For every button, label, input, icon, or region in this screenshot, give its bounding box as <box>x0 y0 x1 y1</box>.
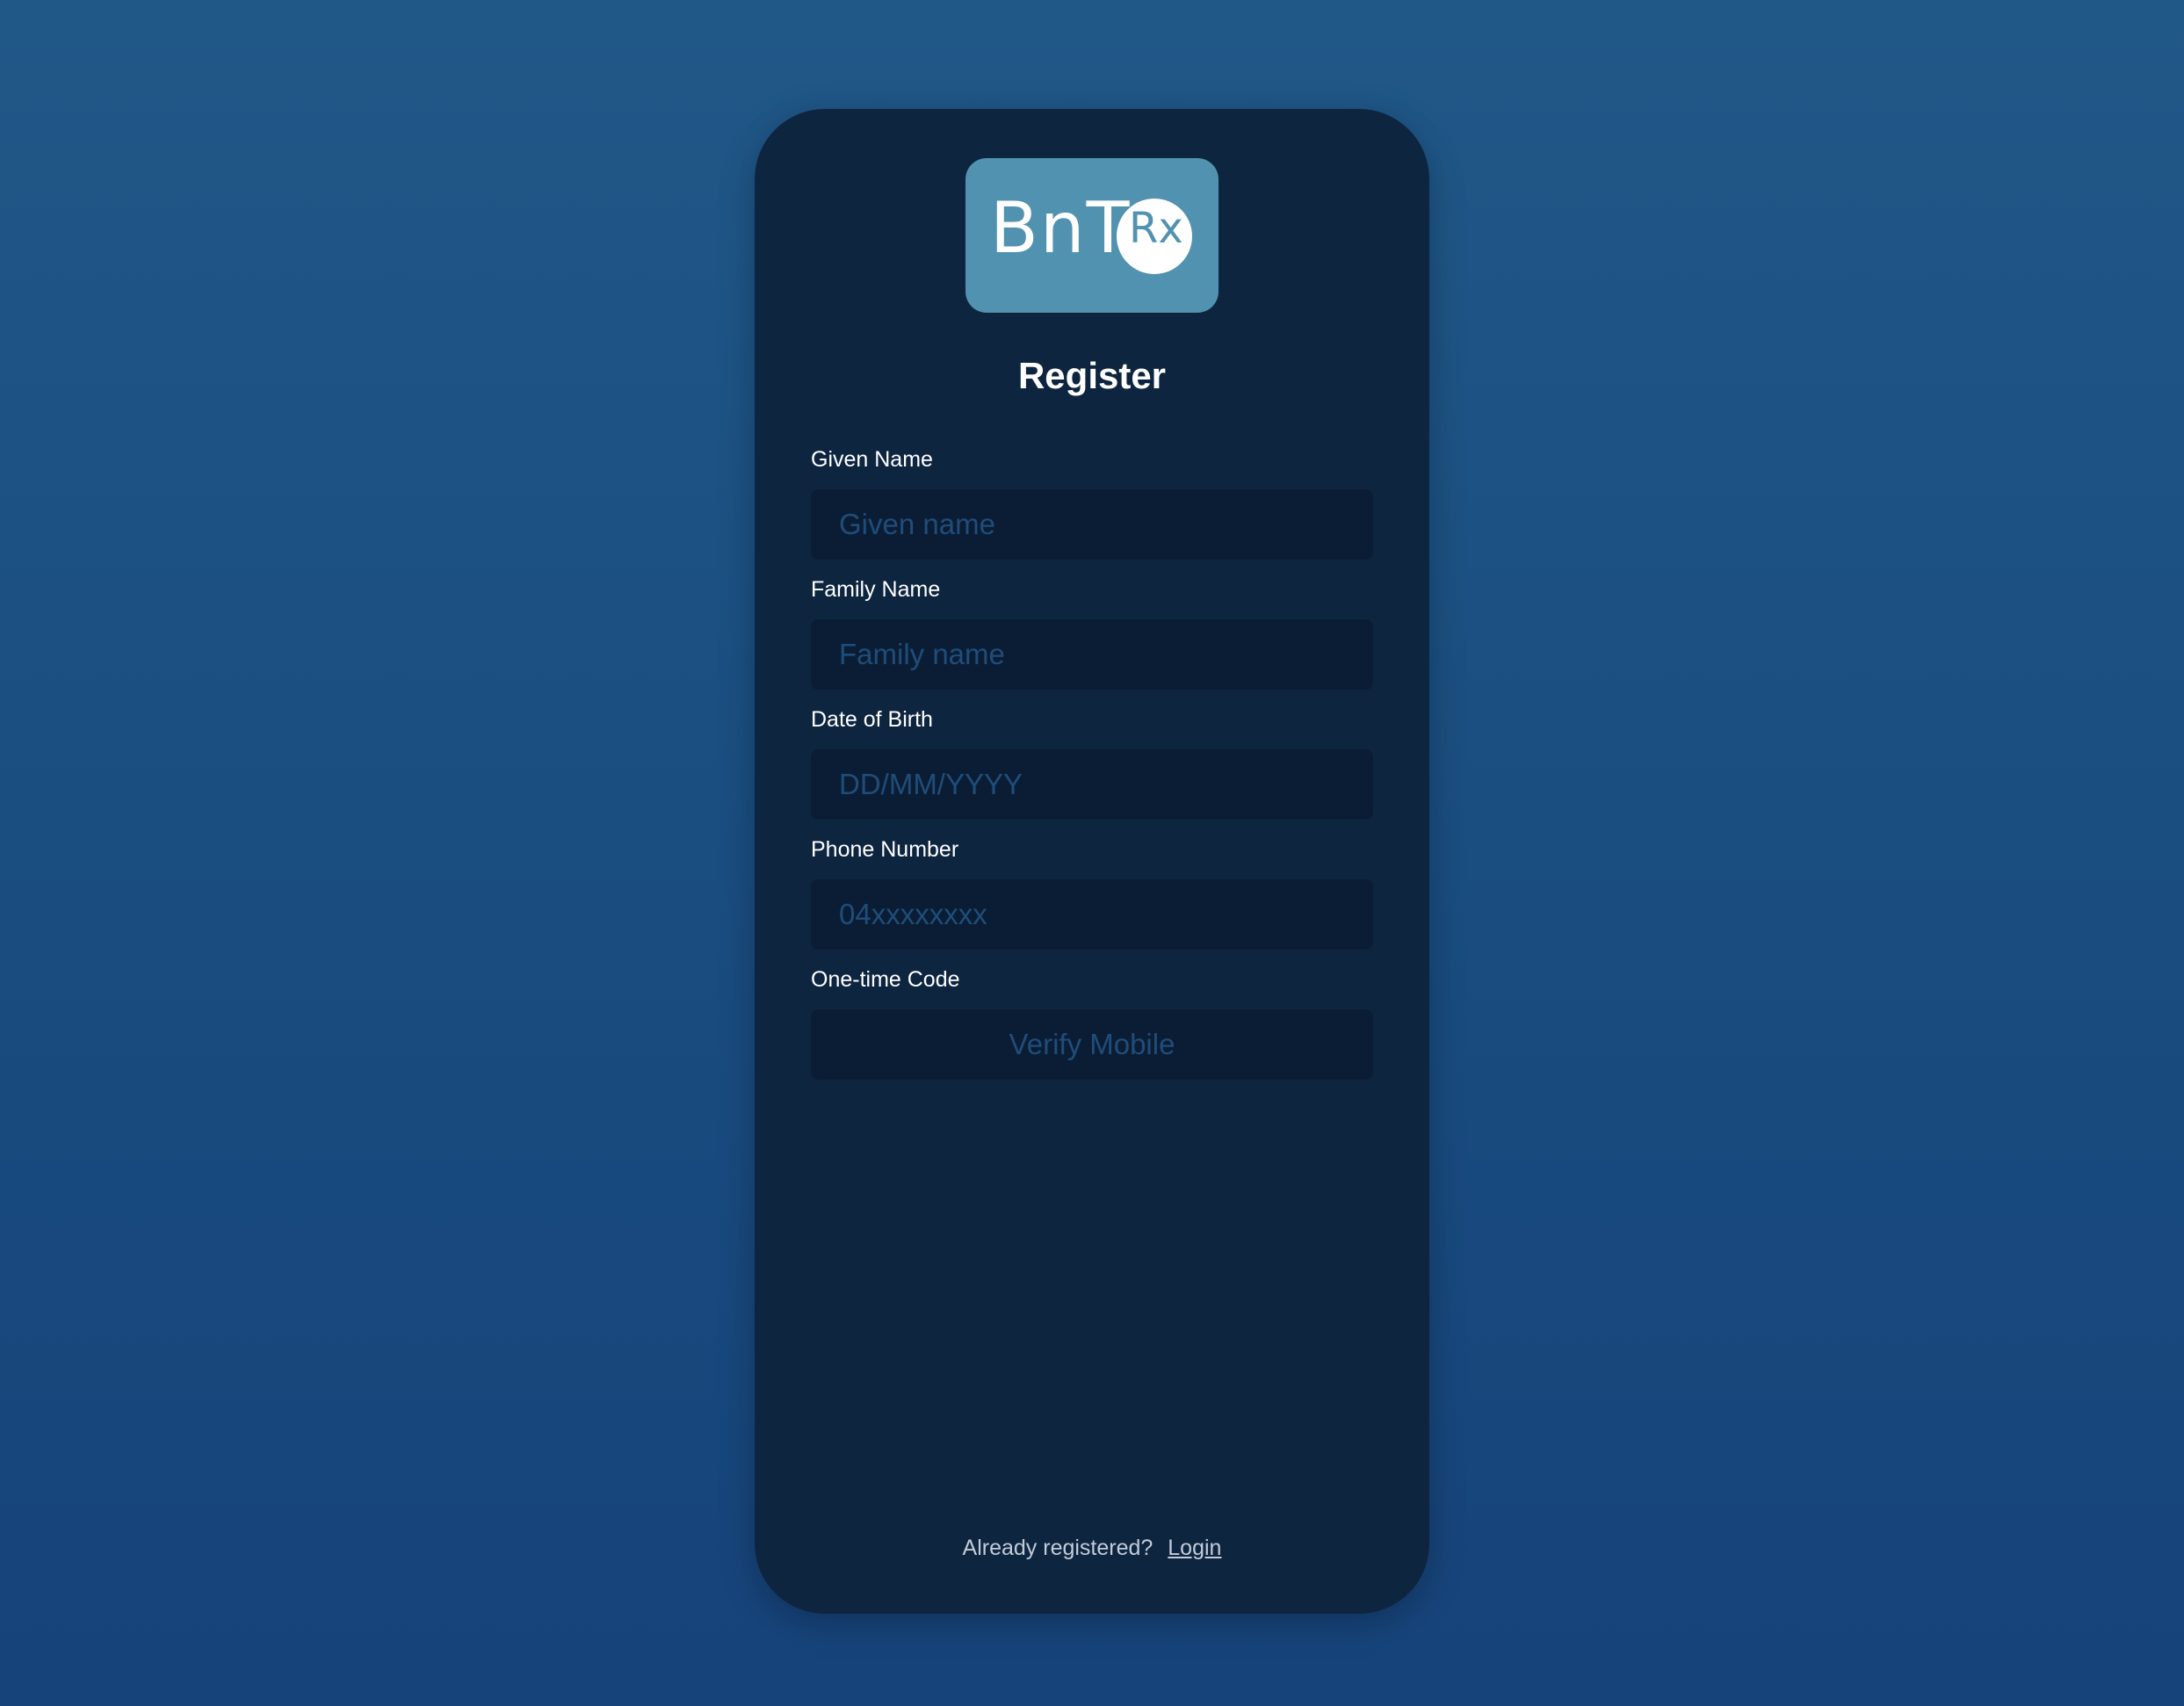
given-name-label: Given Name <box>811 447 933 472</box>
already-registered-text: Already registered? <box>962 1536 1153 1560</box>
verify-mobile-button[interactable]: Verify Mobile <box>811 1009 1373 1080</box>
footer: Already registered? Login <box>755 1536 1429 1561</box>
given-name-input[interactable]: Given name <box>811 489 1373 560</box>
rx-badge-text: Rx <box>1129 204 1183 253</box>
login-link[interactable]: Login <box>1168 1536 1221 1560</box>
bntrx-logo: BnT Rx <box>965 158 1219 313</box>
family-name-input[interactable]: Family name <box>811 619 1373 690</box>
phone-label: Phone Number <box>811 837 959 862</box>
family-name-label: Family Name <box>811 577 941 602</box>
otp-label: One-time Code <box>811 967 960 992</box>
logo-text: BnT <box>990 187 1132 269</box>
page-title: Register <box>1017 355 1167 396</box>
rx-badge-icon: Rx <box>1117 199 1192 274</box>
phone-input[interactable]: 04xxxxxxxx <box>811 879 1373 950</box>
register-card: BnT Rx Register Given Name Given name Fa… <box>755 109 1429 1614</box>
dob-input[interactable]: DD/MM/YYYY <box>811 749 1373 820</box>
dob-label: Date of Birth <box>811 707 933 732</box>
